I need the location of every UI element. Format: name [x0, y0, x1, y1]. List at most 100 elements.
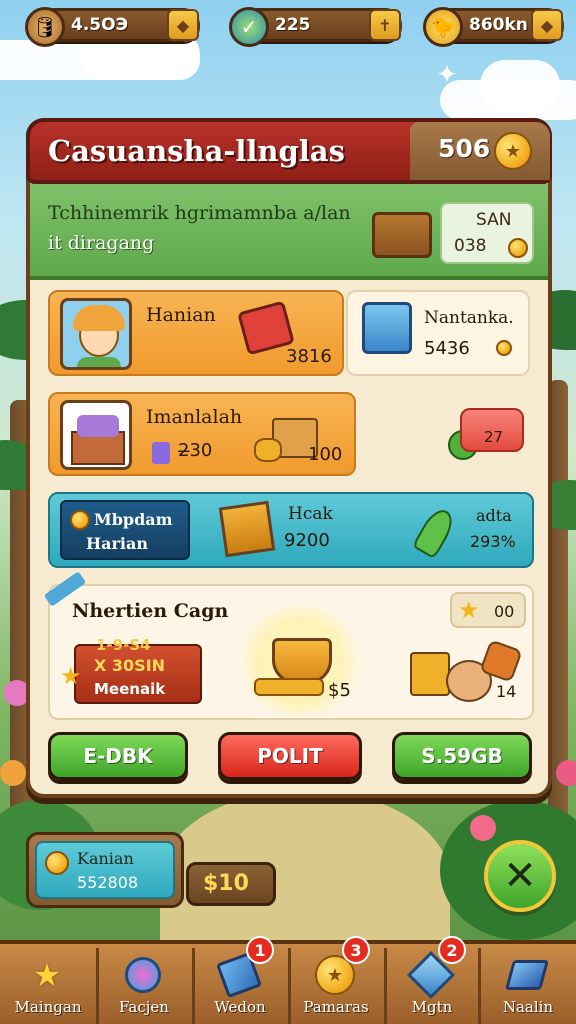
tag-line-1: Mbpdam — [94, 510, 173, 529]
event-section: Nhertien Cagn ★ 00 1-9-S4 X 30SIN Meenai… — [43, 571, 534, 720]
notification-badge: 3 — [342, 936, 370, 964]
nav-label: Facjen — [119, 998, 169, 1016]
card-title: Hcak — [288, 504, 333, 524]
gem-icon — [120, 952, 166, 998]
offer-tag-mid: X 30SIN — [94, 656, 166, 675]
resource-bar-3: 🐤 860kn ◆ — [423, 7, 564, 47]
character-card[interactable]: Hanian 3816 — [48, 290, 344, 376]
card-title: Hanian — [146, 304, 216, 326]
card-title: Imanlalah — [146, 406, 243, 428]
reward-label: SAN — [476, 210, 512, 230]
resource-bar-1: 🛢 4.5OЭ ◆ — [25, 7, 200, 47]
sparkle-icon: ✦ — [436, 60, 458, 90]
gift-box-icon — [60, 400, 132, 470]
chest-icon — [410, 652, 450, 696]
coin-icon — [70, 510, 90, 530]
resource-value: 4.5OЭ — [71, 15, 129, 35]
nav-item-pamaras[interactable]: ★ 3 Pamaras — [288, 936, 384, 1024]
left-action-button[interactable]: E-DBK — [48, 732, 188, 780]
price-button[interactable]: $10 — [186, 862, 276, 906]
coin-stack-icon — [254, 438, 282, 462]
bird-icon: 🐤 — [423, 7, 463, 47]
title-coin-value: 506 — [438, 134, 491, 163]
card-value: 5436 — [424, 338, 470, 359]
coin-icon: ★ — [494, 132, 532, 170]
potion-icon — [152, 442, 170, 464]
card-value: 2̶30 — [178, 440, 213, 461]
treasure-chest-icon — [372, 212, 432, 258]
notification-badge: 2 — [438, 936, 466, 964]
card-title: Nantanka. — [424, 308, 514, 328]
price-value: $10 — [203, 871, 249, 896]
avatar — [60, 298, 132, 370]
barrel-icon: 🛢 — [25, 7, 65, 47]
card-value: 9200 — [284, 530, 330, 551]
nav-item-maingan[interactable]: ★ Maingan — [0, 944, 96, 1024]
nav-label: Wedon — [214, 998, 266, 1016]
star-icon: ★ — [60, 662, 82, 690]
stars-value: 00 — [494, 602, 515, 621]
resource-bar-2: ✓ 225 ✝ — [229, 7, 402, 47]
rocket-icon — [411, 504, 459, 560]
box-icon — [218, 500, 276, 558]
nav-item-facjen[interactable]: Facjen — [96, 944, 192, 1024]
middle-action-button[interactable]: POLIT — [218, 732, 362, 780]
trophy-value: $5 — [328, 680, 351, 701]
offer-tag-bottom: Meenaik — [94, 680, 166, 698]
close-button[interactable]: ✕ — [484, 840, 556, 912]
title-coin-counter: 506 ★ — [410, 122, 550, 180]
add-resource-button[interactable]: ◆ — [531, 9, 563, 41]
widget-value: 552808 — [77, 873, 139, 892]
card-value: 27 — [484, 428, 504, 446]
notification-badge: 1 — [246, 936, 274, 964]
card-value: 3816 — [286, 346, 332, 367]
banner-text-line-2: it diragang — [48, 232, 155, 254]
star-icon: ★ — [32, 956, 62, 994]
stars-counter[interactable]: ★ 00 — [450, 592, 526, 628]
nav-label: Pamaras — [303, 998, 369, 1016]
daily-tag-button[interactable]: Mbpdam Harian — [60, 500, 190, 560]
coin-icon — [45, 851, 69, 875]
close-icon: ✕ — [503, 853, 537, 899]
add-resource-button[interactable]: ✝ — [369, 9, 401, 41]
nav-label: Naalin — [502, 998, 554, 1016]
banner-reward-box[interactable]: SAN 038 — [440, 202, 534, 264]
resource-value: 225 — [275, 15, 311, 35]
offer-tag-button[interactable]: 1-9-S4 X 30SIN Meenaik — [74, 636, 202, 704]
star-icon: ★ — [458, 596, 480, 624]
offer-tag-top: 1-9-S4 — [96, 636, 151, 654]
shop-card[interactable]: Nantanka. 5436 — [346, 290, 530, 376]
coin-icon — [508, 238, 528, 258]
panel-title-bar: Casuansha-llnglas 506 ★ — [26, 118, 552, 184]
gift-card[interactable]: Imanlalah 2̶30 100 — [48, 392, 356, 476]
card-value: 293% — [470, 532, 516, 551]
nav-item-wedon[interactable]: 1 Wedon — [192, 936, 288, 1024]
blue-crystal-icon — [504, 952, 550, 998]
nav-label: Maingan — [14, 998, 82, 1016]
nav-item-mgtn[interactable]: 2 Mgtn — [384, 936, 480, 1024]
widget-title: Kanian — [77, 849, 134, 868]
tag-line-2: Harian — [86, 534, 148, 553]
bottom-nav: ★ Maingan Facjen 1 Wedon ★ 3 Pamaras 2 M… — [0, 936, 576, 1024]
event-title: Nhertien Cagn — [72, 600, 229, 622]
nav-label: Mgtn — [411, 998, 453, 1016]
panel-title: Casuansha-llnglas — [48, 134, 345, 168]
checkmark-globe-icon: ✓ — [229, 7, 269, 47]
coin-stack-icon — [254, 678, 324, 696]
card-value: 100 — [308, 444, 343, 465]
ticket-card[interactable]: 27 — [460, 408, 524, 452]
teal-banner: Mbpdam Harian Hcak 9200 adta 293% — [48, 492, 534, 568]
add-resource-button[interactable]: ◆ — [167, 9, 199, 41]
resource-value: 860kn — [469, 15, 528, 35]
arcade-machine-icon — [362, 302, 412, 354]
reward-value: 038 — [454, 236, 487, 256]
coin-icon — [496, 340, 512, 356]
info-banner: Tchhinemrik hgrimamnba a/lan it diragang… — [30, 184, 548, 280]
card-title: adta — [476, 506, 512, 525]
daily-reward-widget[interactable]: Kanian 552808 — [26, 832, 184, 908]
nav-item-naalin[interactable]: Naalin — [480, 944, 576, 1024]
banner-text-line-1: Tchhinemrik hgrimamnba a/lan — [48, 202, 351, 224]
right-action-button[interactable]: S.59GB — [392, 732, 532, 780]
main-panel: Casuansha-llnglas 506 ★ Tchhinemrik hgri… — [26, 118, 552, 798]
pet-value: 14 — [496, 682, 517, 701]
